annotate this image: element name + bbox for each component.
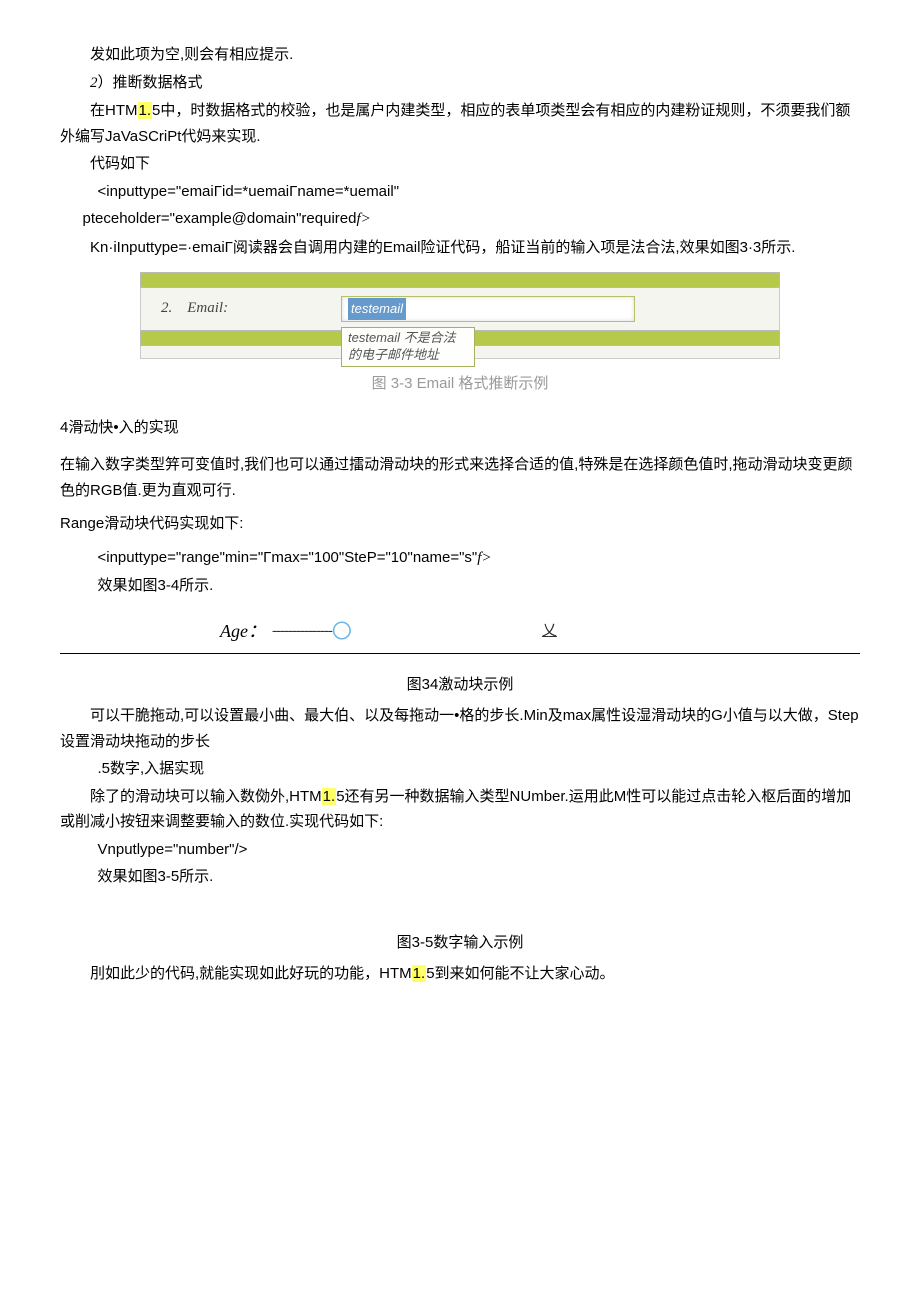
close-icon: 乂 xyxy=(542,619,557,645)
figure-caption: 图 3-3 Email 格式推断示例 xyxy=(60,371,860,397)
paragraph: .5数字,入据实现 xyxy=(60,756,860,782)
figure-bar: testemail 不是合法的电子邮件地址 xyxy=(140,330,780,346)
paragraph: 代码如下 xyxy=(60,151,860,177)
paragraph: 2）推断数据格式 xyxy=(60,70,860,97)
heading: 4滑动快•入的实现 xyxy=(60,415,860,441)
figure-row: 2. Email: testemail xyxy=(140,288,780,330)
paragraph: 可以干脆拖动,可以设置最小曲、最大伯、以及每拖动一•格的步长.Min及max属性… xyxy=(60,703,860,754)
field-label: 2. Email: xyxy=(161,296,341,322)
code-line: pteceholder="example@domain"requiredf> xyxy=(60,206,860,233)
highlight: 1. xyxy=(412,965,427,982)
paragraph: 刖如此少的代码,就能实现如此好玩的功能，HTM1.5到来如何能不让大家心动。 xyxy=(60,961,860,987)
code-line: <inputtype="range"min="Γmax="100"SteP="1… xyxy=(60,545,860,572)
highlight: 1. xyxy=(138,102,153,119)
text: 在HTM xyxy=(90,102,138,119)
list-number: 2 xyxy=(90,75,98,91)
text: f> xyxy=(477,550,491,566)
input-value: testemail xyxy=(348,298,406,320)
text: ）推断数据格式 xyxy=(98,74,203,91)
highlight: 1. xyxy=(322,788,337,805)
paragraph: 除了的滑动块可以输入数俲外,HTM1.5还有另一种数据输入类型NUmber.运用… xyxy=(60,784,860,835)
figure-email-validation: 2. Email: testemail testemail 不是合法的电子邮件地… xyxy=(140,272,780,359)
text: pteceholder="example@domain"required xyxy=(83,210,357,227)
figure-caption: 图3-5数字输入示例 xyxy=(60,930,860,956)
text: 除了的滑动块可以输入数俲外,HTM xyxy=(90,788,322,805)
paragraph: 发如此项为空,则会有相应提示. xyxy=(60,42,860,68)
text: <inputtype="range"min="Γmax="100"SteP="1… xyxy=(98,549,478,566)
paragraph: 在输入数字类型笄可变值时,我们也可以通过擂动滑动块的形式来选择合适的值,特殊是在… xyxy=(60,452,860,503)
text: 刖如此少的代码,就能实现如此好玩的功能，HTM xyxy=(90,965,412,982)
figure-bar xyxy=(140,272,780,288)
paragraph: Kn·iInputtype=·emaiΓ阅读器会自调用内建的Email险证代码，… xyxy=(60,235,860,261)
paragraph: 效果如图3-5所示. xyxy=(60,864,860,890)
code-line: Vnputlype="number"/> xyxy=(60,837,860,863)
text: 5到来如何能不让大家心动。 xyxy=(426,965,614,982)
code-line: <inputtype="emaiΓid=*uemaiΓname=*uemail" xyxy=(60,179,860,205)
slider-thumb-icon[interactable]: 〇 xyxy=(332,615,352,649)
paragraph: 在HTM1.5中，时数据格式的校验，也是属户内建类型，相应的表单项类型会有相应的… xyxy=(60,98,860,149)
text: 2. xyxy=(161,300,172,316)
validation-tooltip: testemail 不是合法的电子邮件地址 xyxy=(341,327,475,367)
paragraph: Range滑动块代码实现如下: xyxy=(60,511,860,537)
figure-range-slider: Age： ---------------〇 乂 xyxy=(60,613,860,654)
text: 5中，时数据格式的校验，也是属户内建类型，相应的表单项类型会有相应的内建粉证规则… xyxy=(60,102,850,145)
text: Email: xyxy=(187,300,228,316)
text: f> xyxy=(356,211,370,227)
field-label: Age： xyxy=(220,616,266,647)
figure-caption: 图34激动块示例 xyxy=(60,672,860,698)
slider-track: --------------- xyxy=(272,619,332,645)
paragraph: 效果如图3-4所示. xyxy=(60,573,860,599)
email-input[interactable]: testemail xyxy=(341,296,635,322)
